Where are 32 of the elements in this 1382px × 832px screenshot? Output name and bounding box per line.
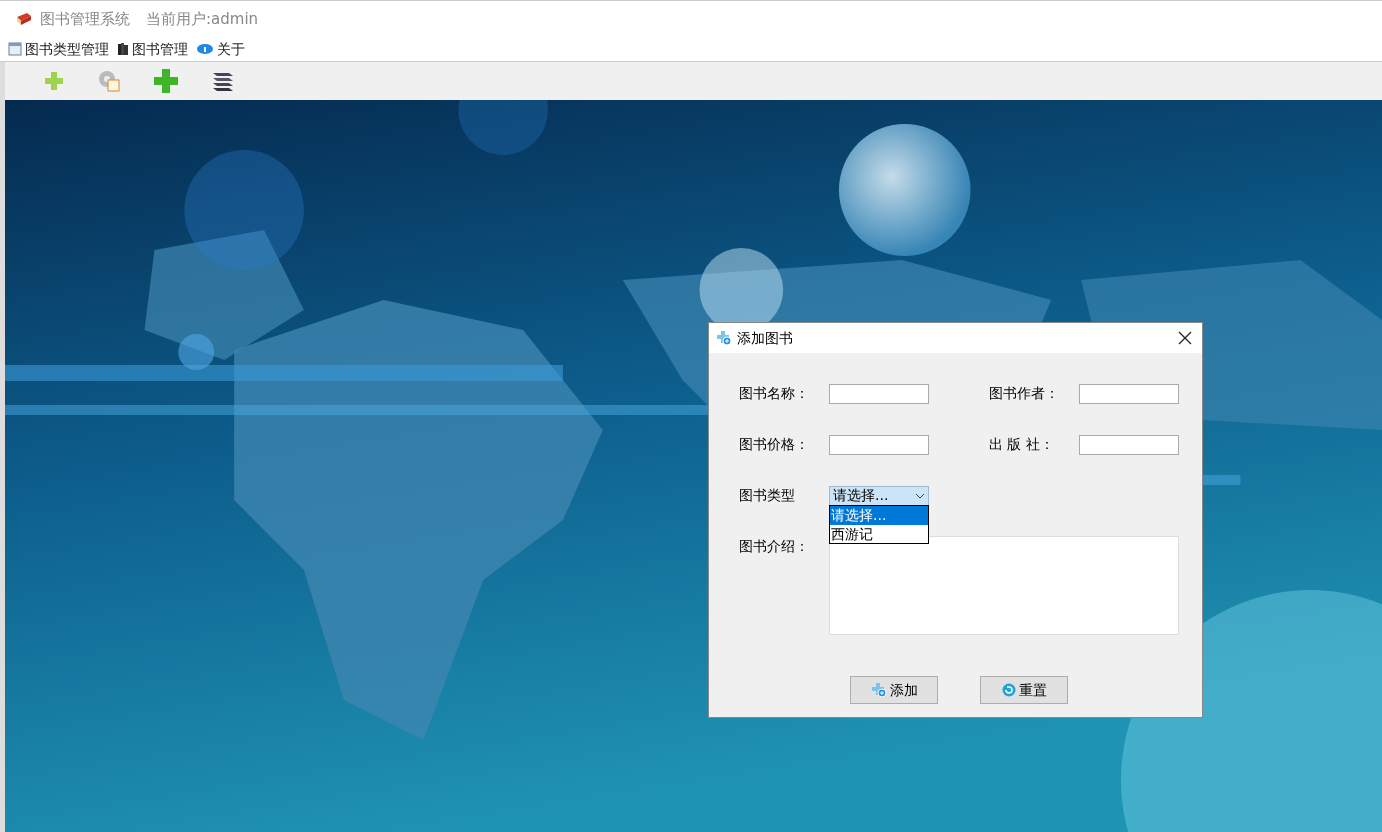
info-icon xyxy=(196,43,214,55)
undo-icon xyxy=(1001,683,1016,697)
dropdown-option[interactable]: 请选择... xyxy=(830,506,928,525)
input-field[interactable] xyxy=(1079,434,1179,455)
field-label: 图书类型 xyxy=(739,486,796,505)
add-button[interactable]: 添加 xyxy=(850,676,938,704)
book-icon xyxy=(16,12,32,26)
settings-icon[interactable] xyxy=(97,69,121,93)
window-title: 图书管理系统 xyxy=(40,8,130,30)
current-user: 当前用户:admin xyxy=(146,8,259,30)
input-field[interactable] xyxy=(829,383,929,404)
add-icon xyxy=(870,682,887,698)
field-label: 图书价格： xyxy=(739,435,810,454)
input-field[interactable] xyxy=(829,434,929,455)
field-label: 图书介绍： xyxy=(739,537,810,556)
menu-item[interactable]: 关于 xyxy=(196,38,245,60)
add-icon xyxy=(716,330,732,346)
menu-item[interactable]: 图书类型管理 xyxy=(8,38,109,60)
field-label: 图书名称： xyxy=(739,384,810,403)
field-label: 图书作者： xyxy=(989,384,1060,403)
field-label: 出 版 社： xyxy=(989,435,1055,454)
dialog-title: 添加图书 xyxy=(737,328,793,348)
window-icon xyxy=(8,42,22,56)
menu-item[interactable]: 图书管理 xyxy=(117,38,188,60)
books-icon xyxy=(117,42,129,56)
add-icon[interactable] xyxy=(153,68,179,94)
caret-icon xyxy=(915,492,925,499)
dropdown-option[interactable]: 西游记 xyxy=(830,525,928,543)
add-icon[interactable] xyxy=(43,70,65,92)
input-field[interactable] xyxy=(1079,383,1179,404)
reset-button[interactable]: 重置 xyxy=(980,676,1068,704)
dropdown[interactable]: 请选择... xyxy=(829,485,929,506)
